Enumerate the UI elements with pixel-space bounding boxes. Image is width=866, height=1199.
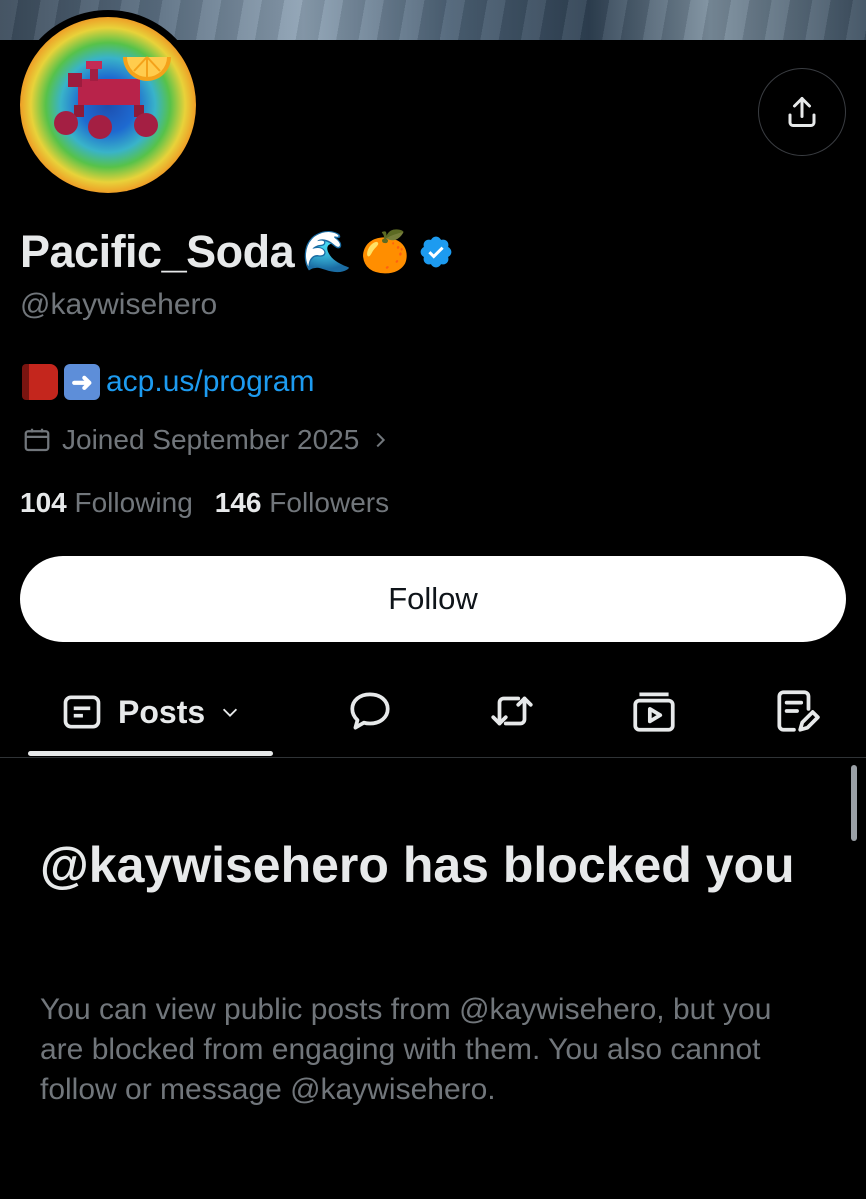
avatar[interactable] xyxy=(13,10,203,200)
following-count: 104 xyxy=(20,487,67,518)
scrollbar[interactable] xyxy=(851,765,857,841)
bio-link[interactable]: acp.us/program xyxy=(106,365,314,399)
blocked-notice-body: You can view public posts from @kaywiseh… xyxy=(40,993,772,1106)
avatar-image xyxy=(20,17,196,193)
following-stat[interactable]: 104 Following xyxy=(20,487,193,519)
profile-tabs: Posts xyxy=(0,668,866,758)
calendar-icon xyxy=(24,428,50,452)
replies-icon[interactable] xyxy=(345,686,395,736)
bio: ➜ acp.us/program xyxy=(22,360,314,404)
right-arrow-icon: ➜ xyxy=(64,364,100,400)
follow-stats: 104 Following 146 Followers xyxy=(20,484,389,522)
share-icon xyxy=(788,97,816,127)
orange-emoji: 🍊 xyxy=(359,230,410,274)
joined-label: Joined September 2025 xyxy=(62,424,360,455)
chevron-right-icon xyxy=(376,432,386,448)
articles-icon[interactable] xyxy=(771,686,821,736)
chevron-down-icon xyxy=(223,708,238,717)
share-button[interactable] xyxy=(758,68,846,156)
profile-handle: @kaywisehero xyxy=(20,288,218,321)
tab-posts[interactable]: Posts xyxy=(28,668,273,756)
followers-label: Followers xyxy=(269,487,390,518)
following-label: Following xyxy=(74,487,193,518)
active-tab-indicator xyxy=(28,751,273,756)
verified-badge-icon[interactable] xyxy=(418,234,454,270)
blocked-notice-title: @kaywisehero has blocked you xyxy=(40,837,795,893)
tab-posts-label: Posts xyxy=(118,693,206,730)
profile-page: Pacific_Soda 🌊 🍊 @kaywisehero ➜ acp.us/p… xyxy=(0,0,866,1199)
followers-count: 146 xyxy=(214,487,262,518)
followers-stat[interactable]: 146 Followers xyxy=(215,487,389,519)
name-row: Pacific_Soda 🌊 🍊 xyxy=(20,222,454,282)
display-name: Pacific_Soda xyxy=(20,226,295,277)
reposts-icon[interactable] xyxy=(487,686,537,736)
rover-illustration xyxy=(54,56,171,139)
joined-date[interactable]: Joined September 2025 xyxy=(22,420,391,460)
posts-icon xyxy=(63,695,101,729)
media-icon[interactable] xyxy=(629,686,679,736)
wave-emoji: 🌊 xyxy=(302,230,352,274)
follow-button[interactable]: Follow xyxy=(20,556,846,642)
book-icon xyxy=(22,364,58,400)
